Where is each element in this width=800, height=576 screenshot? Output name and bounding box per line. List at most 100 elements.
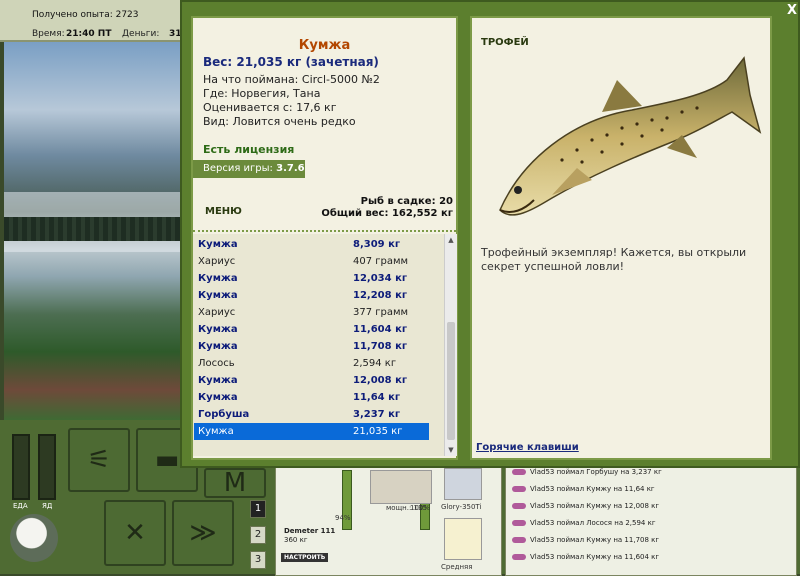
license-status: Есть лицензия <box>203 143 295 156</box>
scroll-down-icon[interactable]: ▼ <box>445 444 457 456</box>
tackle-box-icon: ▬ <box>154 445 180 475</box>
line-name: Glory-350Ti <box>441 503 482 511</box>
lure-icon <box>512 503 526 509</box>
lure-icon <box>512 469 526 475</box>
time-value: 21:40 ПТ <box>66 29 112 39</box>
catch-row[interactable]: Кумжа 12,008 кг <box>194 372 429 389</box>
catch-feed-text: Vlad53 поймал Горбушу на 3,237 кг <box>530 468 662 476</box>
catch-row[interactable]: Хариус 377 грамм <box>194 304 429 321</box>
experience-label: Получено опыта: 2723 <box>32 10 139 20</box>
fishing-scene[interactable] <box>4 42 180 420</box>
scroll-up-icon[interactable]: ▲ <box>445 234 457 246</box>
rod-weight: 360 кг <box>284 536 308 544</box>
lure-image[interactable] <box>444 518 482 560</box>
catch-fish-name: Горбуша <box>198 409 250 420</box>
lure-icon <box>512 486 526 492</box>
catch-list[interactable]: Кумжа 8,309 кг Хариус 407 грамм Кумжа 12,034 … <box>193 234 444 456</box>
catch-row[interactable]: Кумжа 12,208 кг <box>194 287 429 304</box>
catch-row[interactable]: Кумжа 11,604 кг <box>194 321 429 338</box>
energy-gauge <box>38 434 56 500</box>
species-rarity: Вид: Ловится очень редко <box>203 115 356 128</box>
catch-fish-weight: 2,594 кг <box>353 358 397 369</box>
catch-row[interactable]: Горбуша 3,237 кг <box>194 406 429 423</box>
close-icon[interactable]: X <box>786 4 798 18</box>
catch-feed-item: Vlad53 поймал Горбушу на 3,237 кг <box>512 468 662 476</box>
catch-feed-text: Vlad53 поймал Кумжу на 11,708 кг <box>530 536 660 544</box>
setup-button[interactable]: НАСТРОИТЬ <box>281 553 329 562</box>
fork-knife-icon: ✕ <box>124 518 146 548</box>
lure-icon <box>512 537 526 543</box>
catch-row[interactable]: Кумжа 11,708 кг <box>194 338 429 355</box>
catch-feed-item: Vlad53 поймал Кумжу на 12,008 кг <box>512 502 659 510</box>
version-label: Версия игры: <box>203 163 273 174</box>
menu-button[interactable]: МЕНЮ <box>205 206 242 217</box>
slot-2-button[interactable]: 2 <box>250 526 266 544</box>
catch-fish-weight: 3,237 кг <box>353 409 401 420</box>
rod-percent: 94% <box>335 514 351 522</box>
fish-weight: Вес: 21,035 кг (зачетная) <box>203 55 379 69</box>
food-gauge <box>12 434 30 500</box>
catch-row[interactable]: Кумжа 11,64 кг <box>194 389 429 406</box>
energy-gauge-label: ЯД <box>42 502 53 510</box>
food-button[interactable]: ✕ <box>104 500 166 566</box>
reel-percent: 100% <box>410 504 431 512</box>
catch-feed-text: Vlad53 поймал Кумжу на 12,008 кг <box>530 502 660 510</box>
fishing-rod-icon: ⚟ <box>87 445 111 475</box>
line-image[interactable] <box>444 468 482 500</box>
catch-feed-item: Vlad53 поймал Кумжу на 11,708 кг <box>512 536 659 544</box>
catch-fish-name: Кумжа <box>198 273 238 284</box>
rod-tool-button[interactable]: ⚟ <box>68 428 130 492</box>
catch-row[interactable]: Кумжа 12,034 кг <box>194 270 429 287</box>
catch-fish-name: Кумжа <box>198 290 238 301</box>
catch-fish-weight: 11,64 кг <box>353 392 401 403</box>
lure-name: Средняя <box>441 563 473 571</box>
catch-fish-weight: 11,708 кг <box>353 341 408 352</box>
catch-fish-name: Хариус <box>198 256 236 267</box>
caught-with: На что поймана: Circl-5000 №2 <box>203 73 380 86</box>
catch-fish-weight: 12,034 кг <box>353 273 408 284</box>
catch-fish-name: Кумжа <box>198 426 234 437</box>
catch-fish-weight: 21,035 кг <box>353 426 403 437</box>
catch-location: Где: Норвегия, Тана <box>203 87 321 100</box>
catch-fish-name: Кумжа <box>198 324 238 335</box>
catch-row[interactable]: Кумжа 8,309 кг <box>194 236 429 253</box>
rod-name: Demeter 111 <box>284 527 336 535</box>
slot-3-button[interactable]: 3 <box>250 551 266 569</box>
reel-image[interactable] <box>370 470 432 504</box>
keep-net-total-weight: Общий вес: 162,552 кг <box>321 208 453 219</box>
trophy-description: Трофейный экземпляр! Кажется, вы открыли… <box>481 246 747 273</box>
keep-net-count: Рыб в садке: 20 <box>360 196 453 207</box>
catch-feed-item: Vlad53 поймал Кумжу на 11,604 кг <box>512 553 659 561</box>
catch-row[interactable]: Кумжа 21,035 кг <box>194 423 429 440</box>
catch-fish-name: Кумжа <box>198 239 238 250</box>
fish-journal-button[interactable]: ≫ <box>172 500 234 566</box>
version-value: 3.7.6 <box>276 163 305 174</box>
catch-fish-weight: 377 грамм <box>353 307 409 318</box>
catch-row[interactable]: Лосось 2,594 кг <box>194 355 429 372</box>
catch-list-scrollbar[interactable]: ▲ ▼ <box>444 234 457 456</box>
catch-row[interactable]: Хариус 407 грамм <box>194 253 429 270</box>
catch-fish-weight: 11,604 кг <box>353 324 408 335</box>
shop-icon: M <box>223 468 247 498</box>
section-divider <box>193 230 456 232</box>
catch-feed-text: Vlad53 поймал Кумжу на 11,604 кг <box>530 553 660 561</box>
game-version-badge: Версия игры: 3.7.6 <box>193 160 305 178</box>
lure-icon <box>512 554 526 560</box>
catch-fish-name: Кумжа <box>198 375 238 386</box>
catch-feed-text: Vlad53 поймал Кумжу на 11,64 кг <box>530 485 655 493</box>
valued-from: Оценивается с: 17,6 кг <box>203 101 337 114</box>
slot-1-button[interactable]: 1 <box>250 500 266 518</box>
catch-feed-item: Vlad53 поймал Кумжу на 11,64 кг <box>512 485 655 493</box>
hotkeys-link[interactable]: Горячие клавиши <box>476 442 579 453</box>
scroll-thumb[interactable] <box>447 322 455 440</box>
catch-feed-text: Vlad53 поймал Лосося на 2,594 кг <box>530 519 656 527</box>
catch-fish-weight: 12,208 кг <box>353 290 408 301</box>
fish-name: Кумжа <box>298 38 351 53</box>
catch-feed-item: Vlad53 поймал Лосося на 2,594 кг <box>512 519 656 527</box>
bait-pot-icon[interactable] <box>10 514 58 562</box>
catch-fish-weight: 12,008 кг <box>353 375 408 386</box>
catch-fish-name: Лосось <box>198 358 235 369</box>
money-label: Деньги: <box>122 29 160 39</box>
shop-button[interactable]: M <box>204 468 266 498</box>
catch-fish-name: Кумжа <box>198 392 238 403</box>
